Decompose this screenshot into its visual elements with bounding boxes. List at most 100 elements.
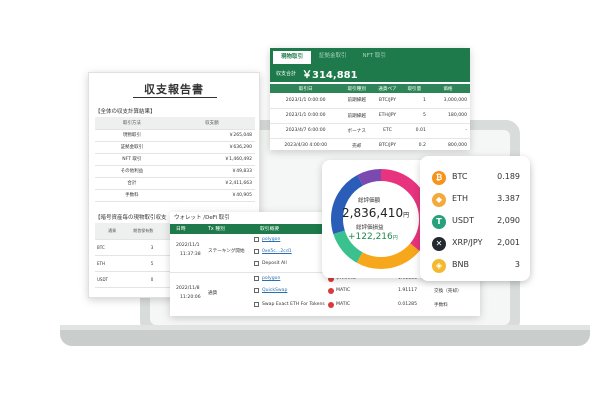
total-bar: 収支合計 ￥314,881 xyxy=(270,64,470,82)
ethereum-icon: ◆ xyxy=(432,193,446,207)
column-header: 取引日 xyxy=(270,84,342,93)
coin-amount: 0.189 xyxy=(497,172,520,181)
type-cell: ボーナス xyxy=(341,123,373,139)
quantity-cell: 0.2 xyxy=(402,138,426,154)
amount-cell: ￥636,290 xyxy=(168,141,255,154)
coin-symbol: USDT xyxy=(452,216,474,225)
tx-date: 2022/11/1 xyxy=(176,243,200,248)
token-icon xyxy=(328,288,334,294)
column-header: 日時 xyxy=(176,227,186,232)
date-cell: 2023/4/30 4:00:00 xyxy=(270,138,342,154)
tx-date: 2022/11/8 xyxy=(176,286,200,291)
token-name: MATIC xyxy=(336,302,351,307)
column-header: 取引方法 xyxy=(95,117,169,130)
list-item[interactable]: ◈ BNB 3 xyxy=(432,256,524,276)
profit-loss-label: 総評価損益 xyxy=(356,225,384,231)
column-header: 価格 xyxy=(425,84,470,93)
table-row[interactable]: 2023/1/1 0:00:00 前期繰越 BTC/JPY 1 3,000,000 xyxy=(270,93,470,109)
tx-type: ステーキング開始 xyxy=(208,249,245,254)
type-cell: 前期繰越 xyxy=(341,108,373,124)
xrp-icon: ✕ xyxy=(432,237,446,251)
pair-cell: BTC/JPY xyxy=(372,138,403,154)
coin-amount: 3.387 xyxy=(497,194,520,203)
total-value: ￥314,881 xyxy=(302,69,358,81)
price-cell: 800,000 xyxy=(425,138,470,154)
coin-amount: 2,001 xyxy=(497,238,520,247)
tx-time: 11:37:38 xyxy=(180,252,201,257)
column-header: 取引種別 xyxy=(341,84,373,93)
table-row: 合計 ￥2,411,663 xyxy=(95,177,255,190)
list-item[interactable]: ₿ BTC 0.189 xyxy=(432,168,524,188)
per-asset-section-heading: 【暗号資産毎の現物取引収支 xyxy=(95,215,167,221)
token-icon xyxy=(328,302,334,308)
column-header: 取引量 xyxy=(402,84,426,93)
total-value: 2,836,410円 xyxy=(342,206,409,220)
table-row: NFT 取引 ￥1,460,492 xyxy=(95,153,255,166)
column-header: 取引概要 xyxy=(260,227,280,232)
list-item[interactable]: ◆ ETH 3.387 xyxy=(432,190,524,210)
document-icon xyxy=(254,302,259,307)
value-cell: 3 xyxy=(118,239,156,256)
table-row[interactable]: 2023/4/7 6:00:00 ボーナス ETC 0.01- xyxy=(270,123,470,139)
type-cell: 売却 xyxy=(341,138,373,154)
amount-cell: ￥2,411,663 xyxy=(168,177,255,190)
method-cell: 証拠金取引 xyxy=(95,141,169,154)
column-header: 通貨ペア xyxy=(372,84,403,93)
list-item[interactable]: ✕ XRP/JPY 2,001 xyxy=(432,234,524,254)
pair-cell: ETH/JPY xyxy=(372,108,403,124)
table-row: その他利益 ￥49,833 xyxy=(95,165,255,178)
chain-link[interactable]: polygon xyxy=(262,276,280,281)
tab-margin[interactable]: 証拠金取引 xyxy=(311,48,355,64)
holdings-list: ₿ BTC 0.189 ◆ ETH 3.387 T USDT 2,090 ✕ X… xyxy=(420,156,530,281)
column-header: 期首保有数 xyxy=(118,223,156,240)
coin-symbol: BTC xyxy=(452,172,468,181)
table-row[interactable]: 2023/1/1 0:00:00 前期繰越 ETH/JPY 5 180,000 xyxy=(270,108,470,124)
trade-table: 取引日 取引種別 通貨ペア 取引量 価格 2023/1/1 0:00:00 前期繰… xyxy=(270,84,470,154)
table-row: 手数料 ￥40,905 xyxy=(95,189,255,202)
dapp-icon xyxy=(254,288,259,293)
amount-cell: ￥49,833 xyxy=(168,165,255,178)
total-value-number: 2,836,410 xyxy=(342,206,404,220)
tx-summary: Deposit All xyxy=(262,261,287,266)
total-value-unit: 円 xyxy=(403,212,410,219)
hash-icon xyxy=(254,249,259,254)
coin-amount: 2,090 xyxy=(497,216,520,225)
table-row[interactable]: 2023/4/30 4:00:00 売却 BTC/JPY 0.2 800,000 xyxy=(270,138,470,154)
trade-tabs: 現物取引 証拠金取引 NFT 取引 xyxy=(270,48,470,64)
token-note: 手数料 xyxy=(434,303,448,308)
token-amount: 0.01285 xyxy=(398,302,417,307)
trade-history-panel: 現物取引 証拠金取引 NFT 取引 収支合計 ￥314,881 取引日 取引種別… xyxy=(270,48,470,154)
profit-loss-value: +122,216円 xyxy=(348,232,398,242)
currency-cell: USDT xyxy=(95,271,119,288)
table-header-row: 取引方法 収支額 xyxy=(95,117,255,130)
value-cell: 0 xyxy=(118,271,156,288)
list-item[interactable]: T USDT 2,090 xyxy=(432,212,524,232)
tab-spot[interactable]: 現物取引 xyxy=(273,51,312,64)
column-header: Tx 種別 xyxy=(208,227,225,232)
coin-symbol: ETH xyxy=(452,194,468,203)
dapp-link[interactable]: QuickSwap xyxy=(262,288,287,293)
amount-cell: ￥1,460,492 xyxy=(168,153,255,166)
column-header: 通貨 xyxy=(95,223,119,240)
quantity-cell: 0.01 xyxy=(402,123,426,139)
chain-icon xyxy=(254,237,259,242)
chain-link[interactable]: polygon xyxy=(262,237,280,242)
token-name: MATIC xyxy=(336,288,351,293)
price-cell: - xyxy=(425,123,470,139)
pair-cell: ETC xyxy=(372,123,403,139)
laptop-base xyxy=(60,330,590,346)
method-cell: NFT 取引 xyxy=(95,153,169,166)
tx-hash-link[interactable]: 0xe5c…2cd1 xyxy=(262,249,292,254)
method-cell: 現物取引 xyxy=(95,129,169,142)
overall-section-heading: 【全体の収支計算結果】 xyxy=(95,109,156,115)
type-cell: 前期繰越 xyxy=(341,93,373,109)
token-amount: 1.91117 xyxy=(398,288,417,293)
chain-icon xyxy=(254,276,259,281)
amount-cell: ￥265,048 xyxy=(168,129,255,142)
method-cell: 合計 xyxy=(95,177,169,190)
tab-nft[interactable]: NFT 取引 xyxy=(355,48,394,64)
tx-type: 通貨 xyxy=(208,291,218,296)
price-cell: 180,000 xyxy=(425,108,470,124)
tx-summary: Swap Exact ETH For Tokens xyxy=(262,302,325,307)
document-icon xyxy=(254,261,259,266)
